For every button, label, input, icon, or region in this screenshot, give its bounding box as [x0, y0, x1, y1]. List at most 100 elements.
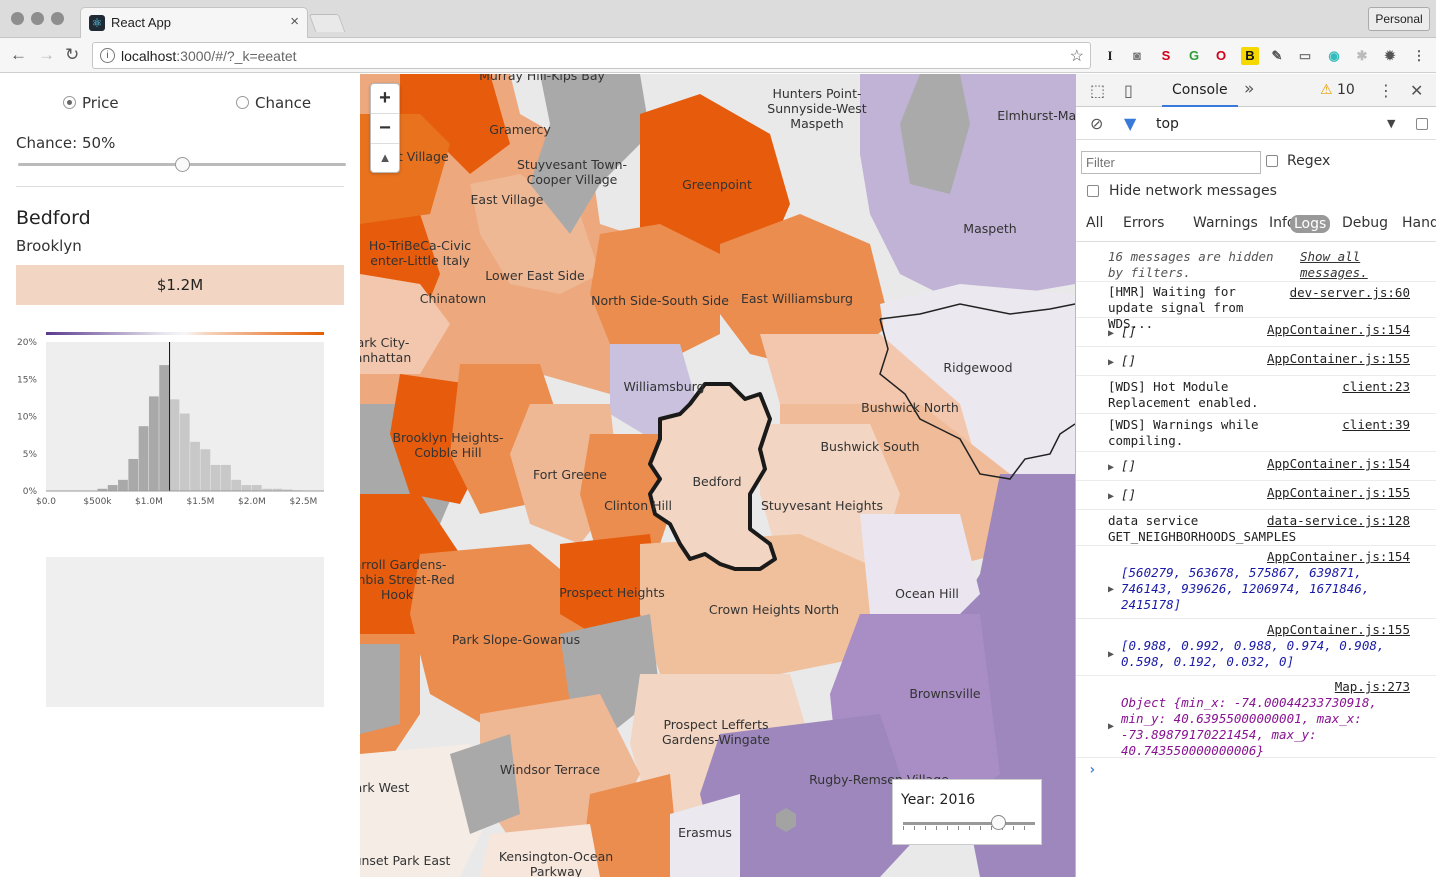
neighborhood-label: Park Slope-Gowanus: [452, 632, 580, 647]
close-tab-icon[interactable]: ×: [290, 13, 299, 30]
minimize-window-button[interactable]: [31, 12, 44, 25]
expand-arrow-icon[interactable]: ▶: [1108, 326, 1114, 342]
console-log-entry[interactable]: ▶[] AppContainer.js:154: [1076, 318, 1436, 347]
color-picker-icon[interactable]: ◉: [1325, 47, 1343, 65]
hide-network-checkbox[interactable]: [1087, 185, 1099, 197]
expand-arrow-icon[interactable]: ▶: [1108, 647, 1114, 663]
source-link[interactable]: AppContainer.js:155: [1267, 485, 1410, 501]
histogram-bar: [138, 426, 149, 491]
context-dropdown-icon[interactable]: ▼: [1387, 117, 1395, 130]
zoom-out-button[interactable]: −: [371, 114, 399, 144]
source-link[interactable]: client:39: [1342, 417, 1410, 433]
filter-icon[interactable]: ▼: [1124, 114, 1136, 133]
neighborhood-label: Prospect Lefferts: [663, 717, 768, 732]
hex-map[interactable]: Murray Hill-Kips Bay Hunters Point-Sunnys…: [360, 74, 1075, 877]
devtools-menu-icon[interactable]: ⋮: [1378, 81, 1394, 100]
b-extension-icon[interactable]: B: [1241, 47, 1259, 65]
address-bar[interactable]: i localhost:3000/#/?_k=eeatet ☆: [92, 42, 1091, 69]
level-debug[interactable]: Debug: [1342, 215, 1388, 231]
level-errors[interactable]: Errors: [1123, 215, 1164, 231]
inspect-element-icon[interactable]: ⬚: [1090, 81, 1105, 100]
bug-icon[interactable]: ✹: [1381, 47, 1399, 65]
forward-arrow-icon[interactable]: →: [38, 45, 55, 65]
bookmark-star-icon[interactable]: ☆: [1070, 46, 1084, 66]
browser-tab[interactable]: ⚛ React App ×: [80, 7, 308, 38]
source-link[interactable]: AppContainer.js:155: [1267, 622, 1410, 638]
chance-radio[interactable]: Chance: [236, 94, 311, 112]
price-radio[interactable]: Price: [63, 94, 119, 112]
neighborhood-label: Windsor Terrace: [500, 762, 600, 777]
zoom-control[interactable]: + − ▲: [370, 83, 400, 173]
g-extension-icon[interactable]: G: [1185, 47, 1203, 65]
hide-network-label: Hide network messages: [1109, 183, 1277, 199]
reload-icon[interactable]: ↻: [65, 45, 79, 65]
year-slider-thumb[interactable]: [991, 815, 1006, 830]
source-link[interactable]: Map.js:273: [1335, 679, 1410, 695]
expand-arrow-icon[interactable]: ▶: [1108, 719, 1114, 735]
year-slider-track[interactable]: [903, 822, 1035, 825]
console-log-entry[interactable]: ▶[] AppContainer.js:155: [1076, 481, 1436, 510]
warning-icon[interactable]: ⚠: [1320, 82, 1333, 98]
info-icon[interactable]: i: [100, 48, 115, 63]
source-link[interactable]: AppContainer.js:154: [1267, 456, 1410, 472]
source-link[interactable]: client:23: [1342, 379, 1410, 395]
neighborhood-label: Chinatown: [420, 291, 486, 306]
level-all[interactable]: All: [1086, 215, 1103, 231]
expand-arrow-icon[interactable]: ▶: [1108, 489, 1114, 505]
map-view[interactable]: Murray Hill-Kips Bay Hunters Point- Sunnys…: [360, 74, 1075, 877]
profile-button[interactable]: Personal: [1368, 7, 1430, 31]
preserve-log-checkbox[interactable]: [1416, 118, 1428, 130]
context-selector[interactable]: top: [1156, 116, 1179, 132]
pin-icon[interactable]: ✎: [1268, 47, 1286, 65]
console-log-entry[interactable]: ▶[] AppContainer.js:155: [1076, 347, 1436, 376]
more-menu-icon[interactable]: ⋮: [1410, 47, 1428, 65]
zoom-in-button[interactable]: +: [371, 84, 399, 114]
level-handled[interactable]: Hand: [1402, 215, 1436, 231]
neighborhood-label: Cooper Village: [527, 172, 618, 187]
show-all-messages-link[interactable]: Show all messages.: [1300, 249, 1410, 281]
tab-console[interactable]: Console: [1162, 74, 1238, 107]
source-link[interactable]: data-service.js:128: [1267, 513, 1410, 529]
neighborhood-label: Crown Heights North: [709, 602, 839, 617]
back-arrow-icon[interactable]: ←: [10, 45, 27, 65]
console-log-entry[interactable]: ▶[] AppContainer.js:154: [1076, 452, 1436, 481]
regex-checkbox[interactable]: [1266, 155, 1278, 167]
level-logs[interactable]: Logs: [1290, 215, 1331, 233]
expand-arrow-icon[interactable]: ▶: [1108, 460, 1114, 476]
neighborhood-label: Murray Hill-Kips Bay: [479, 74, 605, 83]
zoom-window-button[interactable]: [51, 12, 64, 25]
console-prompt[interactable]: ›: [1076, 758, 1436, 786]
settings-extension-icon[interactable]: ✱: [1353, 47, 1371, 65]
console-filter-input[interactable]: [1081, 151, 1261, 174]
expand-arrow-icon[interactable]: ▶: [1108, 582, 1114, 598]
opera-icon[interactable]: O: [1212, 47, 1230, 65]
warnings-count: 10: [1337, 82, 1355, 98]
console-log-entry[interactable]: ▶ [560279, 563678, 575867, 639871, 746143…: [1076, 546, 1436, 619]
neighborhood-label: Brownsville: [909, 686, 981, 701]
console-log-entry[interactable]: ▶ [0.988, 0.992, 0.988, 0.974, 0.908, 0.5…: [1076, 619, 1436, 676]
source-link[interactable]: AppContainer.js:154: [1267, 322, 1410, 338]
close-window-button[interactable]: [11, 12, 24, 25]
console-log-entry[interactable]: ▶ Object {min_x: -74.00044233730918, min_…: [1076, 676, 1436, 758]
s-extension-icon[interactable]: S: [1157, 47, 1175, 65]
more-tabs-icon[interactable]: »: [1244, 79, 1254, 99]
cast-icon[interactable]: ▭: [1296, 47, 1314, 65]
source-link[interactable]: AppContainer.js:155: [1267, 351, 1410, 367]
instapaper-icon[interactable]: I: [1101, 47, 1119, 65]
expand-arrow-icon[interactable]: ▶: [1108, 355, 1114, 371]
neighborhood-label: Bushwick South: [820, 439, 919, 454]
level-warnings[interactable]: Warnings: [1193, 215, 1258, 231]
camera-icon[interactable]: ◙: [1128, 47, 1146, 65]
device-toolbar-icon[interactable]: ▯: [1124, 81, 1133, 100]
neighborhood-label: Greenpoint: [682, 177, 752, 192]
clear-console-icon[interactable]: ⊘: [1090, 114, 1103, 133]
histogram-bar: [169, 399, 180, 491]
close-devtools-icon[interactable]: ✕: [1410, 81, 1423, 100]
new-tab-button[interactable]: [308, 14, 346, 32]
source-link[interactable]: AppContainer.js:154: [1267, 549, 1410, 565]
histogram-bar: [200, 449, 211, 491]
neighborhood-name: Bedford: [16, 207, 91, 229]
chance-slider-thumb[interactable]: [175, 157, 190, 172]
compass-icon[interactable]: ▲: [371, 144, 399, 174]
source-link[interactable]: dev-server.js:60: [1290, 285, 1410, 301]
